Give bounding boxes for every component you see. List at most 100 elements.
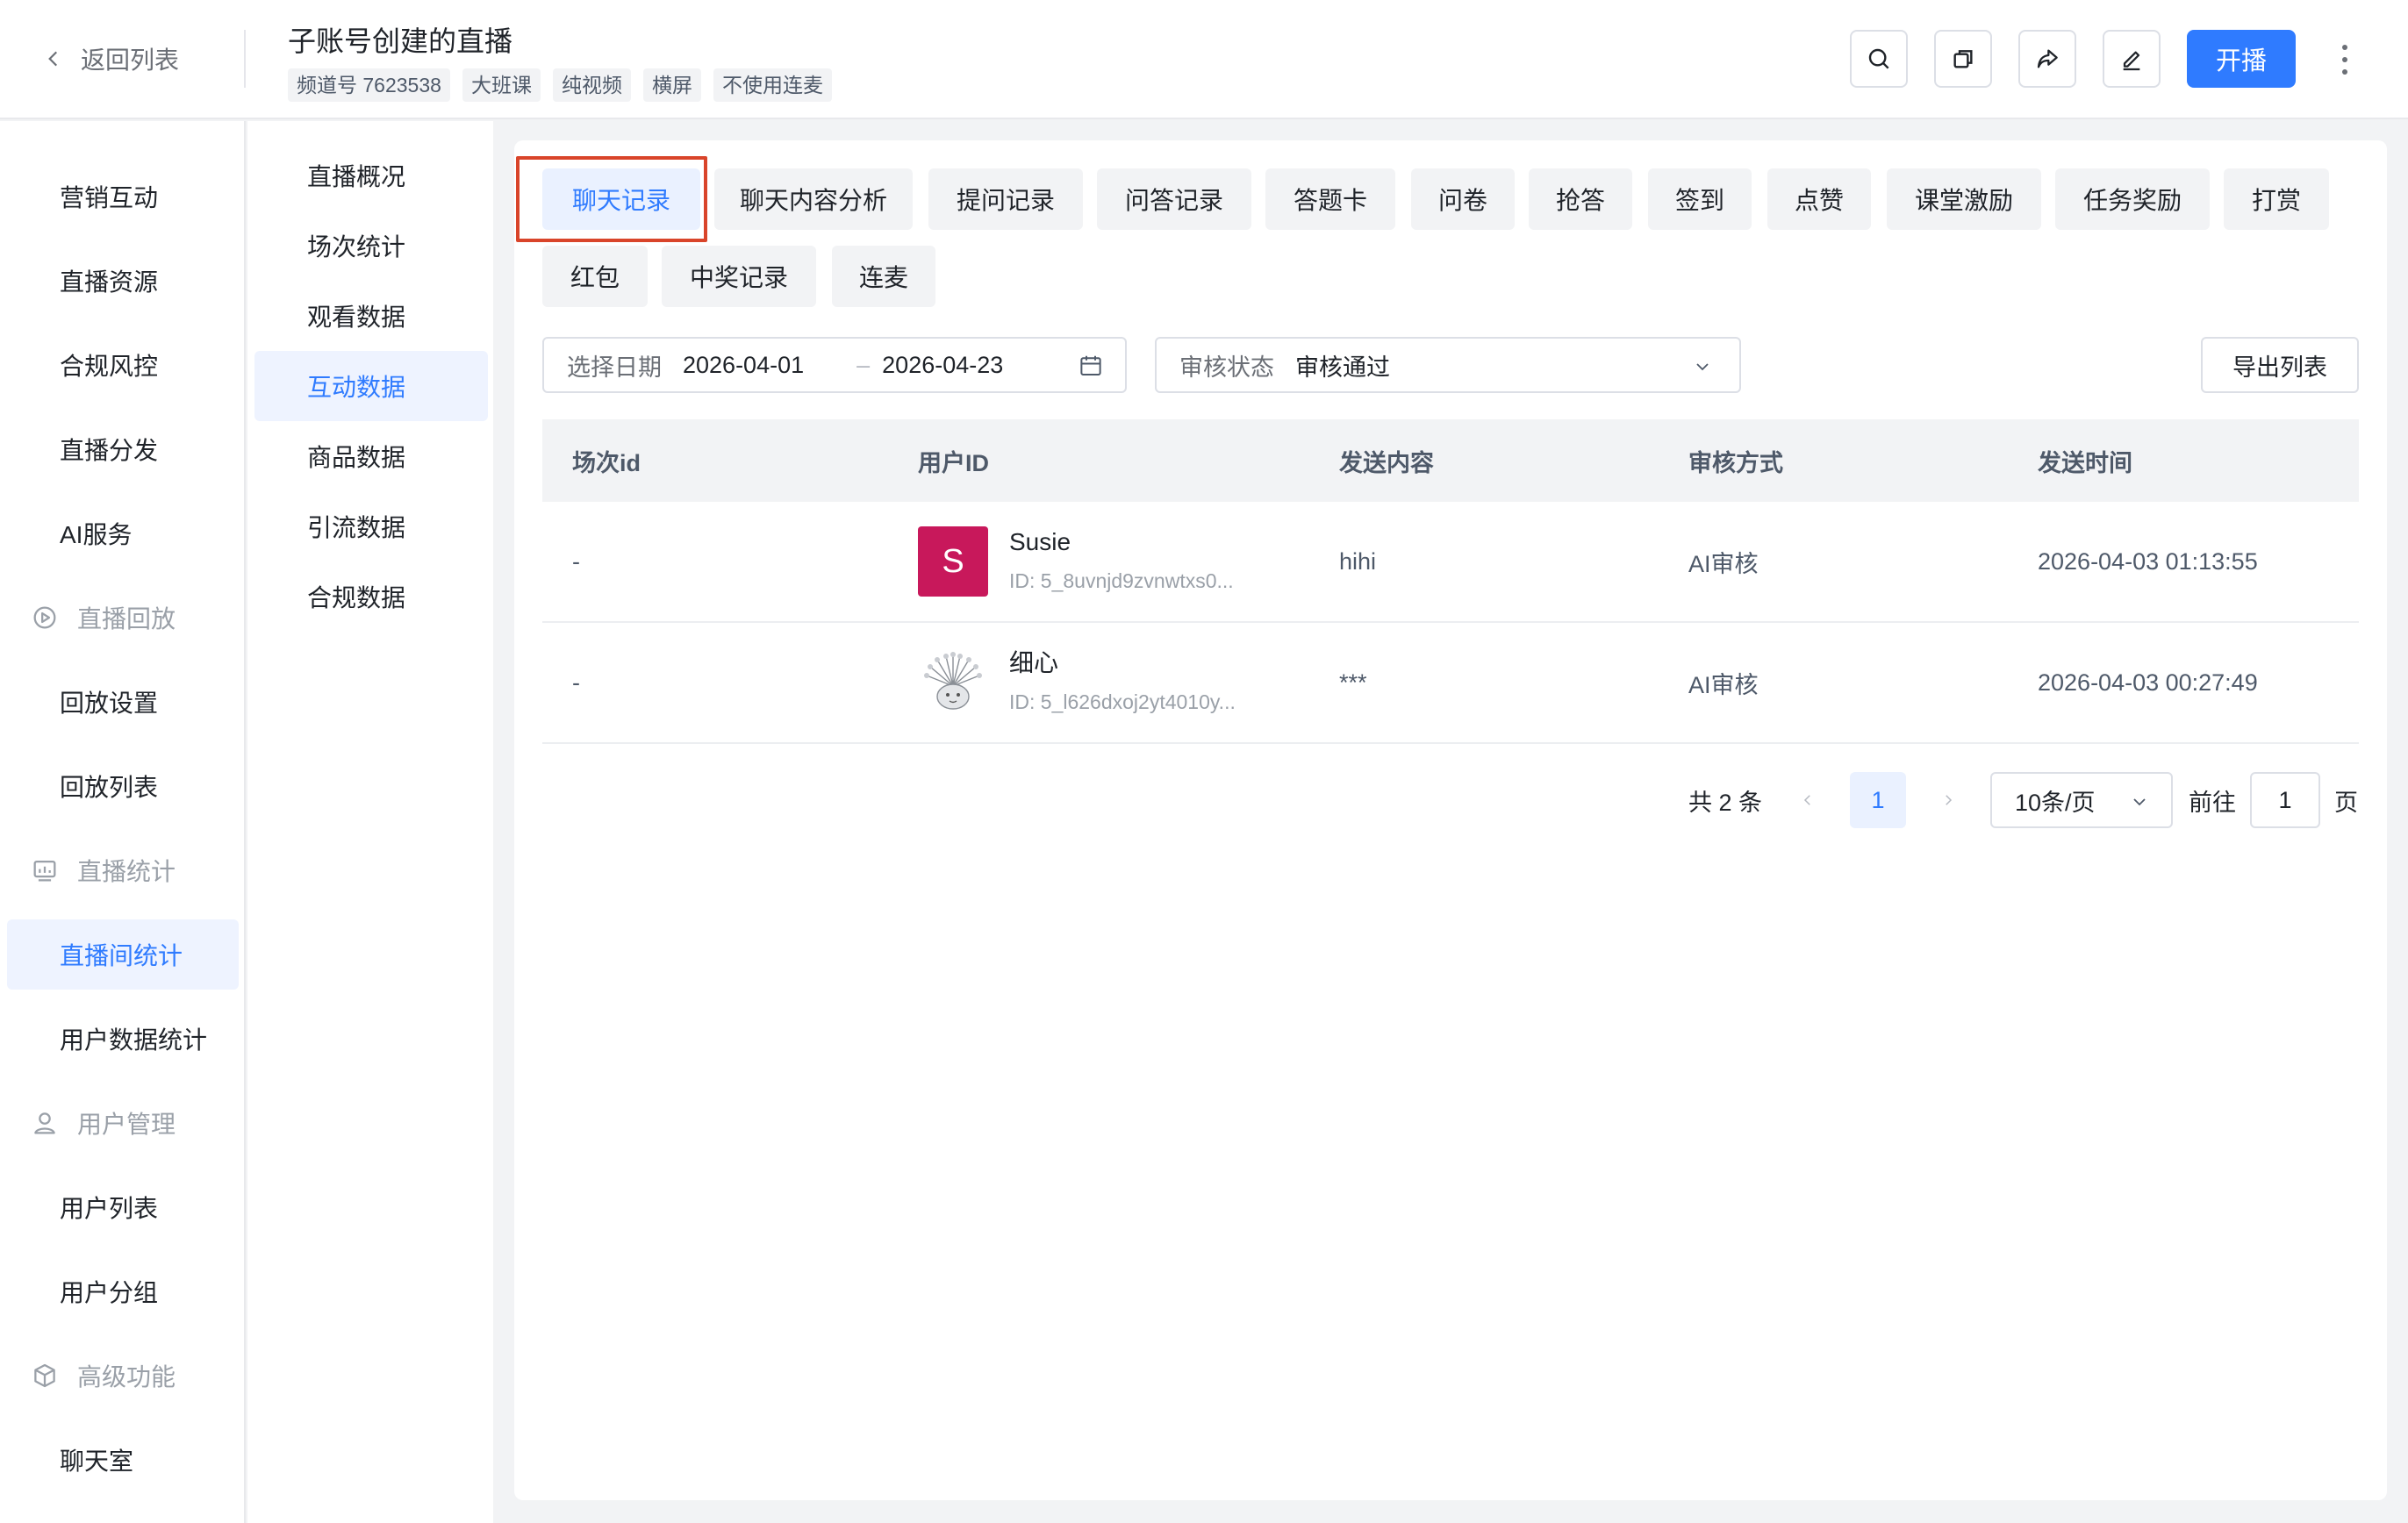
sidebar-item-distribution[interactable]: 直播分发 xyxy=(0,414,246,484)
review-status-label: 审核状态 xyxy=(1179,354,1274,381)
tab-class-incentive[interactable]: 课堂激励 xyxy=(1887,168,2041,230)
subnav-item-session-stats[interactable]: 场次统计 xyxy=(254,211,488,281)
date-range-separator: – xyxy=(856,351,871,378)
more-menu-button[interactable] xyxy=(2331,35,2359,84)
table-row: - 细心 ID: 5_l626dxoj2yt4010y... *** AI审核 … xyxy=(542,623,2359,744)
tab-answer-card[interactable]: 答题卡 xyxy=(1265,168,1395,230)
tab-check-in[interactable]: 签到 xyxy=(1648,168,1752,230)
goto-page-input[interactable] xyxy=(2250,772,2320,828)
cell-send-time: 2026-04-03 01:13:55 xyxy=(2038,547,2258,575)
avatar-illustration-icon xyxy=(924,652,982,710)
sidebar-group-replay: 直播回放 xyxy=(0,583,246,653)
channel-tags: 频道号 7623538 大班课 纯视频 横屏 不使用连麦 xyxy=(288,68,832,102)
sidebar-item-chatroom[interactable]: 聊天室 xyxy=(0,1425,246,1495)
date-end-value[interactable]: 2026-04-23 xyxy=(882,352,1003,379)
cell-content: *** xyxy=(1339,669,1367,696)
sidebar-item-replay-settings[interactable]: 回放设置 xyxy=(0,667,246,737)
date-range-label: 选择日期 xyxy=(567,354,662,381)
date-start-value[interactable]: 2026-04-01 xyxy=(683,352,804,379)
sidebar-group-stats: 直播统计 xyxy=(0,835,246,905)
start-live-button[interactable]: 开播 xyxy=(2187,30,2296,88)
sidebar-item-label: 直播分发 xyxy=(60,437,159,464)
tab-winning-records[interactable]: 中奖记录 xyxy=(662,246,816,307)
share-button[interactable] xyxy=(2018,30,2076,88)
chevron-right-icon xyxy=(1946,795,1953,805)
sidebar-item-ai-service[interactable]: AI服务 xyxy=(0,498,246,568)
sidebar-group-label: 用户管理 xyxy=(77,1111,176,1138)
sidebar-group-label: 直播统计 xyxy=(77,858,176,885)
sidebar-item-label: 用户分组 xyxy=(60,1279,159,1306)
tab-red-packet[interactable]: 红包 xyxy=(542,246,648,307)
cube-icon xyxy=(34,1363,55,1388)
sidebar-item-replay-list[interactable]: 回放列表 xyxy=(0,751,246,821)
edit-button[interactable] xyxy=(2103,30,2161,88)
user-name: Susie xyxy=(1009,528,1071,555)
tag-mic-mode: 不使用连麦 xyxy=(713,68,832,102)
cell-review-method: AI审核 xyxy=(1688,671,1759,698)
sidebar-item-label: 直播资源 xyxy=(60,268,159,296)
page-suffix-label: 页 xyxy=(2334,789,2358,816)
tab-quick-answer[interactable]: 抢答 xyxy=(1529,168,1632,230)
more-dot-icon xyxy=(2342,69,2347,75)
page-size-select[interactable]: 10条/页 xyxy=(1990,772,2173,828)
subnav-item-viewing-data[interactable]: 观看数据 xyxy=(254,281,488,351)
sidebar-item-room-stats[interactable]: 直播间统计 xyxy=(7,919,239,990)
page-size-value: 10条/页 xyxy=(2015,789,2096,816)
search-button[interactable] xyxy=(1850,30,1908,88)
export-list-button[interactable]: 导出列表 xyxy=(2201,337,2359,393)
subnav-item-interaction-data[interactable]: 互动数据 xyxy=(254,351,488,421)
cell-content: hihi xyxy=(1339,547,1377,575)
subnav-item-compliance-data[interactable]: 合规数据 xyxy=(254,561,488,632)
tab-chat-records[interactable]: 聊天记录 xyxy=(542,168,700,230)
tab-mic-link[interactable]: 连麦 xyxy=(832,246,935,307)
back-to-list-button[interactable]: 返回列表 xyxy=(42,39,179,79)
sidebar-item-label: 聊天室 xyxy=(60,1448,134,1475)
tab-questionnaire[interactable]: 问卷 xyxy=(1411,168,1515,230)
chevron-down-icon xyxy=(1696,363,1709,371)
subnav-item-product-data[interactable]: 商品数据 xyxy=(254,421,488,491)
primary-sidebar: 营销互动 直播资源 合规风控 直播分发 AI服务 直播回放 回放设置 回放列表 … xyxy=(0,121,246,1523)
sidebar-item-user-list[interactable]: 用户列表 xyxy=(0,1172,246,1242)
sidebar-group-label: 高级功能 xyxy=(77,1363,176,1391)
review-status-select[interactable]: 审核状态 审核通过 xyxy=(1155,337,1741,393)
sidebar-group-label: 直播回放 xyxy=(77,605,176,633)
sidebar-item-label: 回放列表 xyxy=(60,774,159,801)
copy-button[interactable] xyxy=(1934,30,1992,88)
sidebar-item-label: AI服务 xyxy=(60,521,133,548)
sidebar-item-compliance[interactable]: 合规风控 xyxy=(0,330,246,400)
tab-qa-records[interactable]: 问答记录 xyxy=(1097,168,1251,230)
date-range-picker[interactable]: 选择日期 2026-04-01 – 2026-04-23 xyxy=(542,337,1127,393)
sidebar-item-label: 合规风控 xyxy=(60,353,159,380)
column-header-send-time: 发送时间 xyxy=(2038,449,2132,476)
tab-task-rewards[interactable]: 任务奖励 xyxy=(2055,168,2210,230)
column-header-user-id: 用户ID xyxy=(918,449,989,476)
chevron-left-icon xyxy=(48,51,58,67)
page-number-button[interactable]: 1 xyxy=(1850,772,1906,828)
sidebar-item-label: 直播间统计 xyxy=(60,942,183,969)
page-title: 子账号创建的直播 xyxy=(288,25,513,57)
subnav-item-traffic-data[interactable]: 引流数据 xyxy=(254,491,488,561)
tab-question-records[interactable]: 提问记录 xyxy=(928,168,1083,230)
user-name: 细心 xyxy=(1009,649,1059,676)
user-id: ID: 5_8uvnjd9zvnwtxs0... xyxy=(1009,569,1234,592)
sidebar-item-user-groups[interactable]: 用户分组 xyxy=(0,1256,246,1326)
user-id: ID: 5_l626dxoj2yt4010y... xyxy=(1009,690,1236,713)
review-status-value: 审核通过 xyxy=(1295,354,1390,381)
column-header-content: 发送内容 xyxy=(1339,449,1434,476)
subnav-item-overview[interactable]: 直播概况 xyxy=(254,140,488,211)
copy-icon xyxy=(1953,50,1973,68)
more-dot-icon xyxy=(2342,45,2347,50)
stats-icon xyxy=(33,860,56,882)
chevron-left-icon xyxy=(1803,795,1810,805)
back-label: 返回列表 xyxy=(81,46,180,74)
tab-tipping[interactable]: 打赏 xyxy=(2224,168,2329,230)
more-dot-icon xyxy=(2342,57,2347,62)
sidebar-item-resources[interactable]: 直播资源 xyxy=(0,246,246,316)
next-page-button[interactable] xyxy=(1931,772,1966,828)
prev-page-button[interactable] xyxy=(1790,772,1825,828)
sidebar-item-user-stats[interactable]: 用户数据统计 xyxy=(0,1004,246,1074)
tab-likes[interactable]: 点赞 xyxy=(1767,168,1871,230)
sidebar-item-marketing[interactable]: 营销互动 xyxy=(0,161,246,232)
cell-user: 细心 ID: 5_l626dxoj2yt4010y... xyxy=(918,623,1236,742)
tab-chat-analysis[interactable]: 聊天内容分析 xyxy=(714,168,913,230)
